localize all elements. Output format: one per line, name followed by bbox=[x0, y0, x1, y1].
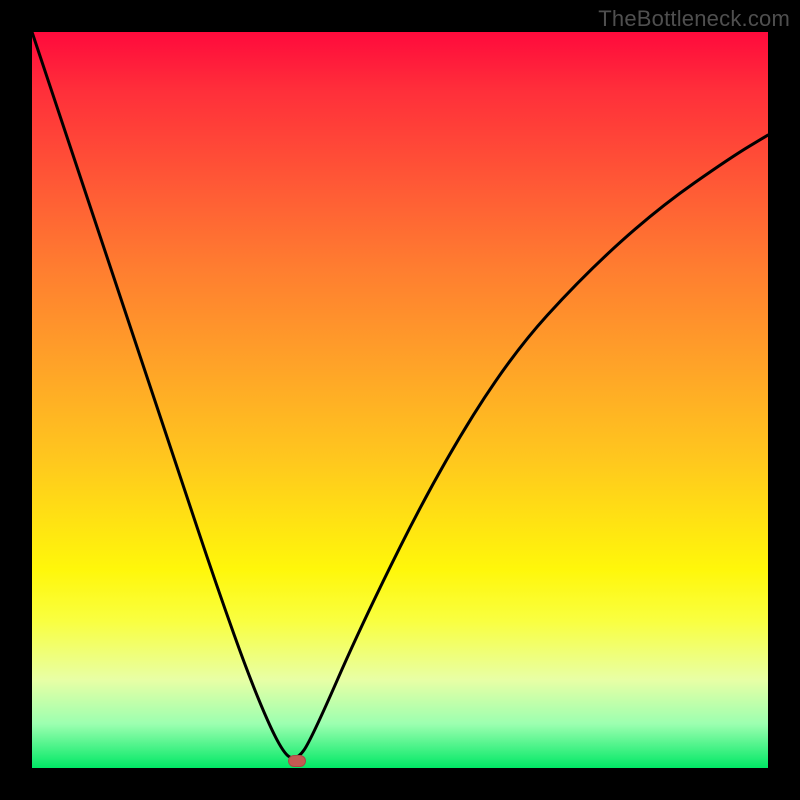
optimum-marker bbox=[288, 755, 306, 767]
attribution-text: TheBottleneck.com bbox=[598, 6, 790, 32]
bottleneck-curve bbox=[32, 32, 768, 768]
chart-frame: TheBottleneck.com bbox=[0, 0, 800, 800]
